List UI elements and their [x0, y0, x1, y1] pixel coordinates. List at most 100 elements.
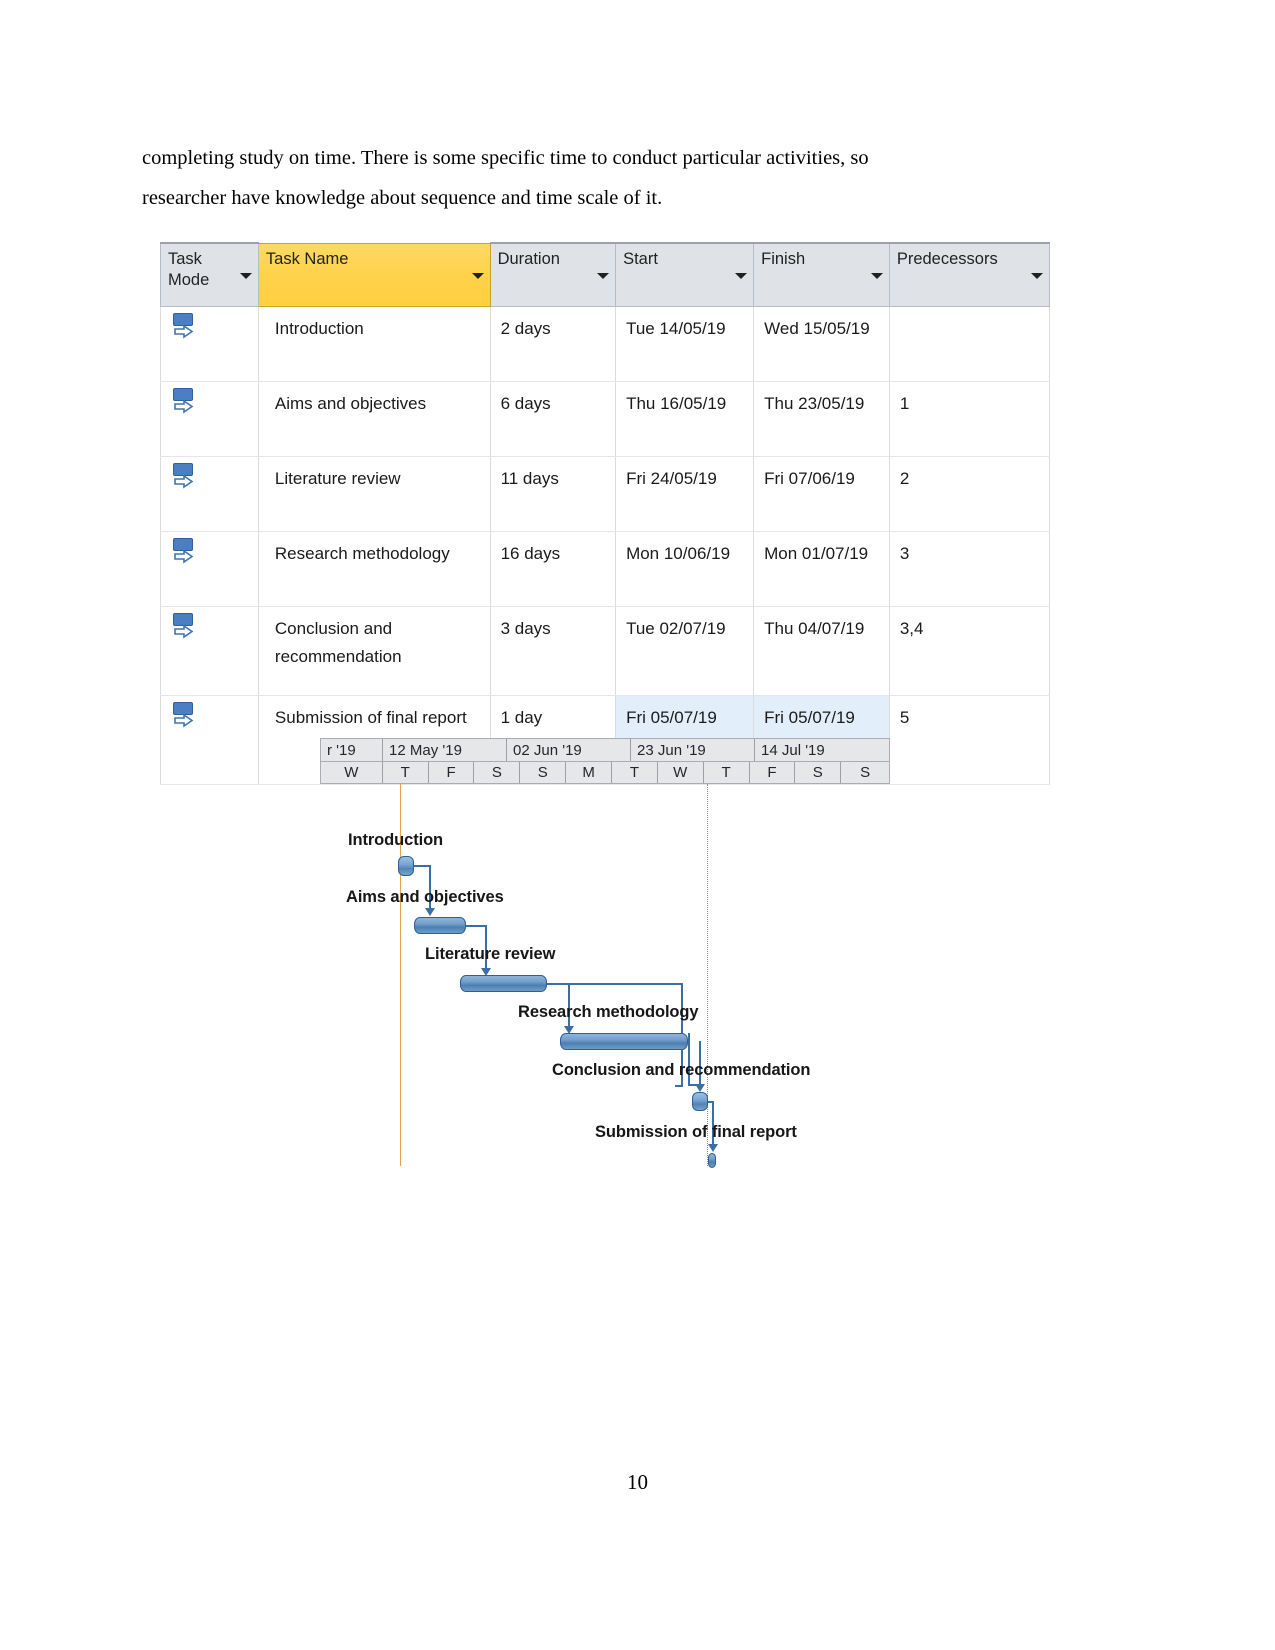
column-header-duration-label: Duration [497, 250, 560, 268]
finish-cell[interactable]: Mon 01/07/19 [753, 531, 890, 607]
start-cell[interactable]: Tue 14/05/19 [615, 306, 755, 382]
chevron-down-icon[interactable] [239, 273, 252, 279]
column-header-task-name-label: Task Name [265, 249, 349, 268]
duration-cell[interactable]: 11 days [489, 456, 617, 532]
gantt-week-cell: 12 May '19 [383, 739, 507, 761]
manually-scheduled-icon [173, 388, 197, 422]
column-header-predecessors[interactable]: Predecessors [888, 242, 1051, 307]
gantt-link-line [675, 1085, 683, 1087]
predecessors-cell[interactable] [888, 306, 1051, 382]
start-cell[interactable]: Tue 02/07/19 [615, 606, 755, 696]
body-paragraph: completing study on time. There is some … [142, 138, 1070, 218]
task-mode-cell[interactable] [160, 531, 259, 607]
gantt-task-label: Aims and objectives [346, 888, 504, 906]
gantt-task-label: Submission of final report [595, 1123, 797, 1141]
gantt-day-cell: W [321, 762, 383, 783]
column-header-start-label: Start [623, 250, 658, 268]
column-header-start[interactable]: Start [615, 242, 755, 307]
gantt-day-cell: F [429, 762, 475, 783]
gantt-task-label: Conclusion and recommendation [552, 1061, 811, 1079]
chevron-down-icon[interactable] [471, 272, 484, 279]
gantt-link-line [547, 983, 682, 985]
chevron-down-icon[interactable] [870, 273, 883, 279]
predecessors-cell[interactable]: 1 [888, 381, 1051, 457]
paragraph-line-1: completing study on time. There is some … [142, 147, 869, 169]
task-name-cell[interactable]: Aims and objectives [257, 381, 491, 457]
manually-scheduled-icon [173, 463, 197, 497]
gantt-day-row: W T F S S M T W T F S S [320, 761, 890, 784]
table-row[interactable]: Introduction 2 days Tue 14/05/19 Wed 15/… [160, 306, 1051, 382]
column-header-task-name[interactable]: Task Name [257, 242, 491, 307]
gantt-link-arrow [425, 908, 435, 916]
project-finish-line [707, 784, 708, 1166]
predecessors-cell[interactable]: 2 [888, 456, 1051, 532]
finish-cell[interactable]: Wed 15/05/19 [753, 306, 890, 382]
duration-cell[interactable]: 2 days [489, 306, 617, 382]
gantt-day-cell: W [658, 762, 704, 783]
table-row[interactable]: Aims and objectives 6 days Thu 16/05/19 … [160, 381, 1051, 457]
column-header-task-mode[interactable]: Task Mode [160, 242, 259, 307]
column-header-predecessors-label: Predecessors [896, 250, 998, 268]
gantt-bar-research-methodology[interactable] [560, 1033, 688, 1050]
gantt-bar-literature-review[interactable] [460, 975, 547, 992]
task-name-cell[interactable]: Introduction [257, 306, 491, 382]
gantt-bar-submission-of-final-report[interactable] [708, 1153, 716, 1168]
duration-cell[interactable]: 16 days [489, 531, 617, 607]
gantt-task-label: Introduction [348, 831, 444, 849]
gantt-week-cell: r '19 [321, 739, 383, 761]
manually-scheduled-icon [173, 702, 197, 736]
gantt-link-arrow [695, 1084, 705, 1092]
gantt-day-cell: M [566, 762, 612, 783]
gantt-link-line [466, 925, 486, 927]
table-row[interactable]: Conclusion and recommendation 3 days Tue… [160, 606, 1051, 696]
gantt-task-label: Research methodology [518, 1003, 699, 1021]
predecessors-cell[interactable]: 3,4 [888, 606, 1051, 696]
column-header-task-mode-label: Task Mode [168, 250, 210, 289]
task-mode-cell[interactable] [160, 306, 259, 382]
table-row[interactable]: Literature review 11 days Fri 24/05/19 F… [160, 456, 1051, 532]
table-row[interactable]: Research methodology 16 days Mon 10/06/1… [160, 531, 1051, 607]
task-name-cell[interactable]: Conclusion and recommendation [257, 606, 491, 696]
gantt-day-cell: F [750, 762, 796, 783]
task-name-cell[interactable]: Research methodology [257, 531, 491, 607]
gantt-day-cell: S [795, 762, 842, 783]
gantt-bar-introduction[interactable] [398, 856, 414, 876]
paragraph-line-2: researcher have knowledge about sequence… [142, 187, 663, 209]
chevron-down-icon[interactable] [735, 273, 748, 279]
table-header-row: Task Mode Task Name Duration Start Finis… [160, 242, 1051, 307]
start-cell[interactable]: Fri 24/05/19 [615, 456, 755, 532]
gantt-link-line [414, 865, 430, 867]
duration-cell[interactable]: 3 days [489, 606, 617, 696]
table-body: Introduction 2 days Tue 14/05/19 Wed 15/… [160, 306, 1051, 785]
gantt-bar-aims-and-objectives[interactable] [414, 917, 466, 934]
gantt-week-row: r '19 12 May '19 02 Jun '19 23 Jun '19 1… [320, 738, 890, 761]
chevron-down-icon[interactable] [597, 273, 610, 279]
chevron-down-icon[interactable] [1031, 273, 1043, 279]
gantt-link-arrow [708, 1144, 718, 1152]
manually-scheduled-icon [173, 538, 197, 572]
column-header-duration[interactable]: Duration [489, 242, 617, 307]
column-header-finish[interactable]: Finish [753, 242, 890, 307]
gantt-task-label: Literature review [425, 945, 556, 963]
task-mode-cell[interactable] [160, 695, 259, 785]
task-mode-cell[interactable] [160, 381, 259, 457]
task-mode-cell[interactable] [160, 606, 259, 696]
column-header-finish-label: Finish [761, 250, 806, 268]
finish-cell[interactable]: Thu 04/07/19 [753, 606, 890, 696]
manually-scheduled-icon [173, 613, 197, 647]
gantt-bar-conclusion-and-recommendation[interactable] [692, 1092, 708, 1111]
manually-scheduled-icon [173, 313, 197, 347]
gantt-week-cell: 23 Jun '19 [631, 739, 755, 761]
task-name-cell[interactable]: Literature review [257, 456, 491, 532]
finish-cell[interactable]: Thu 23/05/19 [753, 381, 890, 457]
predecessors-cell[interactable]: 3 [888, 531, 1051, 607]
duration-cell[interactable]: 6 days [489, 381, 617, 457]
predecessors-cell[interactable]: 5 [888, 695, 1051, 785]
finish-cell[interactable]: Fri 07/06/19 [753, 456, 890, 532]
gantt-day-cell: S [520, 762, 567, 783]
start-cell[interactable]: Mon 10/06/19 [615, 531, 755, 607]
start-cell[interactable]: Thu 16/05/19 [615, 381, 755, 457]
gantt-day-cell: S [474, 762, 521, 783]
task-mode-cell[interactable] [160, 456, 259, 532]
gantt-day-cell: T [383, 762, 429, 783]
